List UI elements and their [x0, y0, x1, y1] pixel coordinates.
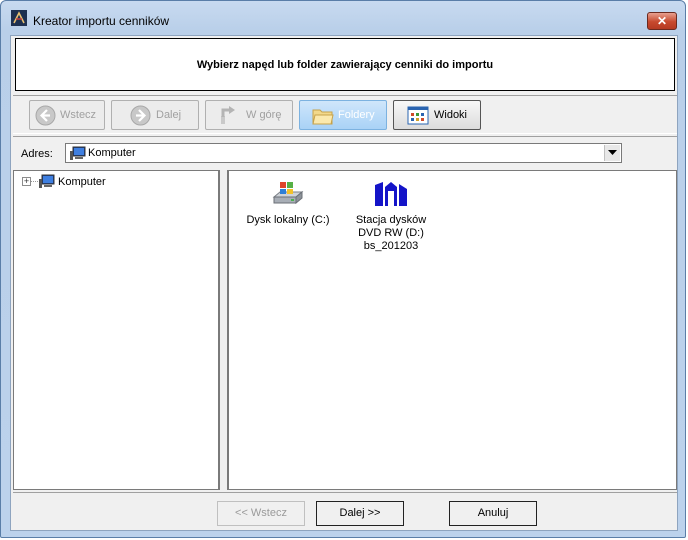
app-icon: [11, 10, 27, 26]
up-label: W górę: [246, 109, 282, 121]
address-bar: Adres: Komputer: [13, 136, 677, 167]
tree-connector: [31, 181, 38, 182]
views-button[interactable]: Widoki: [393, 100, 481, 130]
browser-toolbar: Wstecz Dalej W górę Foldery Widoki: [13, 95, 677, 134]
window-title: Kreator importu cenników: [33, 14, 170, 28]
list-item-local-disk[interactable]: Dysk lokalny (C:): [228, 181, 348, 227]
computer-icon: [39, 174, 55, 188]
back-arrow-icon: [35, 105, 56, 126]
title-bar[interactable]: Kreator importu cenników ✕: [1, 1, 685, 31]
back-label: Wstecz: [60, 109, 97, 121]
local-disk-label: Dysk lokalny (C:): [246, 214, 330, 226]
wizard-next-button[interactable]: Dalej >>: [316, 501, 404, 526]
instruction-text: Wybierz napęd lub folder zawierający cen…: [196, 59, 494, 71]
tree-expand-toggle[interactable]: +: [22, 177, 31, 186]
wizard-footer: << Wstecz Dalej >> Anuluj: [13, 492, 677, 530]
forward-arrow-icon: [130, 105, 151, 126]
views-label: Widoki: [434, 109, 468, 121]
wizard-client-area: Wybierz napęd lub folder zawierający cen…: [10, 35, 678, 531]
forward-label: Dalej: [156, 109, 182, 121]
address-combo[interactable]: Komputer: [65, 143, 622, 163]
drive-list[interactable]: Dysk lokalny (C:) Stacja dysków DVD RW (…: [227, 170, 677, 490]
instruction-panel: Wybierz napęd lub folder zawierający cen…: [15, 38, 675, 91]
folder-up-icon: [221, 106, 235, 124]
address-label: Adres:: [21, 148, 53, 160]
cancel-button[interactable]: Anuluj: [449, 501, 537, 526]
dvd-drive-icon: [375, 182, 407, 206]
address-value: Komputer: [88, 147, 136, 159]
folder-tree[interactable]: + Komputer: [13, 170, 220, 490]
folders-button[interactable]: Foldery: [299, 100, 387, 130]
wizard-back-button[interactable]: << Wstecz: [217, 501, 305, 526]
views-icon: [407, 106, 429, 125]
list-item-dvd-drive[interactable]: Stacja dysków DVD RW (D:) bs_201203: [343, 181, 439, 253]
chevron-down-icon: [608, 150, 617, 155]
folders-label: Foldery: [338, 109, 375, 121]
wizard-window: Kreator importu cenników ✕ Wybierz napęd…: [0, 0, 686, 538]
folder-icon: [312, 109, 334, 125]
back-button[interactable]: Wstecz: [29, 100, 105, 130]
dvd-drive-label: Stacja dysków DVD RW (D:) bs_201203: [355, 214, 427, 252]
tree-item-komputer[interactable]: Komputer: [58, 176, 106, 188]
address-dropdown-button[interactable]: [604, 145, 620, 161]
close-icon: ✕: [656, 14, 668, 28]
computer-icon: [70, 146, 86, 160]
close-button[interactable]: ✕: [647, 12, 677, 30]
forward-button[interactable]: Dalej: [111, 100, 199, 130]
up-button[interactable]: W górę: [205, 100, 293, 130]
local-disk-icon: [272, 182, 304, 205]
